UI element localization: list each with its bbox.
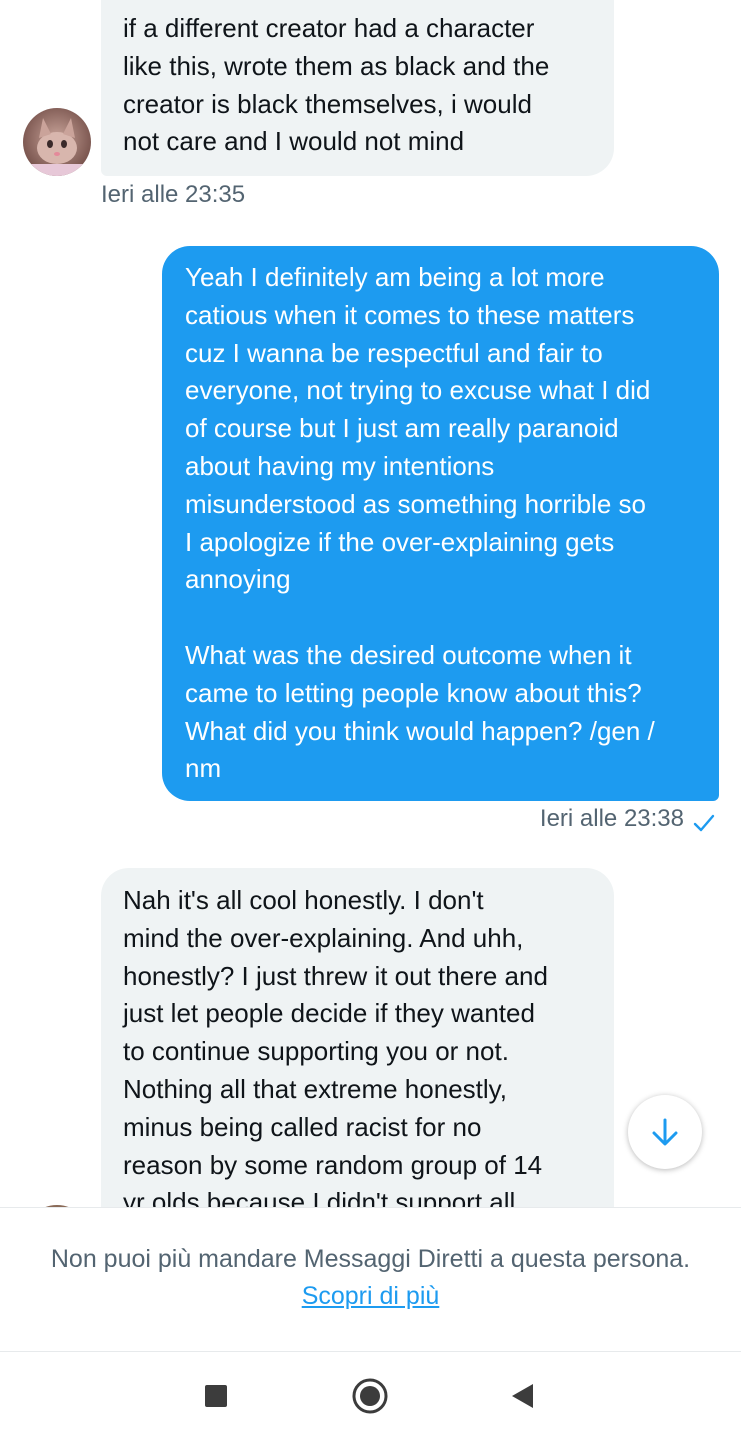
dm-disabled-footer: Non puoi più mandare Messaggi Diretti a … <box>0 1207 741 1352</box>
dm-conversation-screen: if a different creator had a character l… <box>0 0 741 1440</box>
message-timestamp: Ieri alle 23:35 <box>101 181 246 208</box>
incoming-message-bubble[interactable]: if a different creator had a character l… <box>101 0 614 176</box>
sender-avatar[interactable] <box>23 108 91 176</box>
triangle-back-icon <box>512 1384 533 1408</box>
learn-more-link[interactable]: Scopri di più <box>302 1282 440 1310</box>
arrow-down-icon <box>652 1118 678 1146</box>
home-button[interactable] <box>348 1374 392 1418</box>
message-timestamp: Ieri alle 23:38 <box>539 805 684 832</box>
message-list[interactable]: if a different creator had a character l… <box>0 0 741 1207</box>
outgoing-message-bubble[interactable]: Yeah I definitely am being a lot more ca… <box>162 246 719 801</box>
scroll-to-bottom-button[interactable] <box>628 1095 702 1169</box>
recents-button[interactable] <box>194 1374 238 1418</box>
circle-home-icon <box>352 1378 388 1414</box>
back-button[interactable] <box>500 1374 544 1418</box>
android-navigation-bar <box>0 1352 741 1440</box>
sphynx-cat-photo <box>23 108 91 176</box>
incoming-message-bubble[interactable]: Nah it's all cool honestly. I don't mind… <box>101 868 614 1207</box>
square-recents-icon <box>205 1385 227 1407</box>
dm-disabled-notice: Non puoi più mandare Messaggi Diretti a … <box>50 1245 691 1273</box>
check-icon <box>693 814 715 832</box>
learn-more-container: Scopri di più <box>0 1282 741 1311</box>
